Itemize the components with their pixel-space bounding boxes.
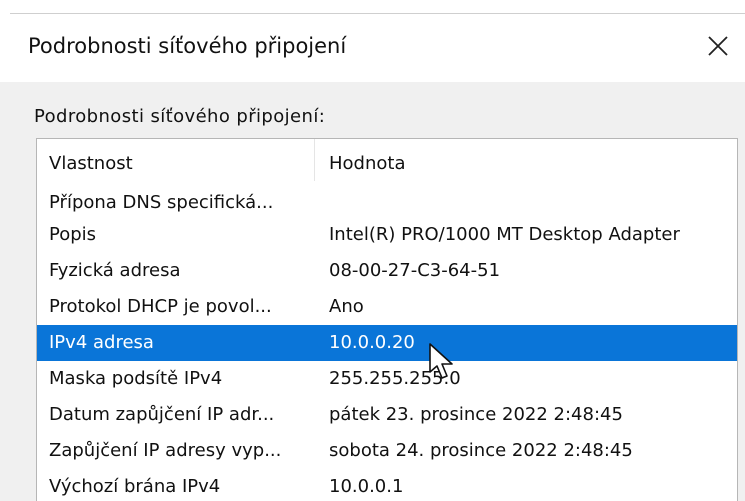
property-cell: Přípona DNS specifická... [49,192,274,213]
column-header-value[interactable]: Hodnota [329,153,405,174]
dialog-title: Podrobnosti síťového připojení [28,34,347,58]
value-cell: 10.0.0.20 [329,332,415,353]
dialog-body: Podrobnosti síťového připojení: Vlastnos… [0,82,745,501]
details-group-label: Podrobnosti síťového připojení: [34,106,326,127]
property-cell: Popis [49,224,97,245]
value-cell: Intel(R) PRO/1000 MT Desktop Adapter [329,224,680,245]
value-cell: 10.0.0.1 [329,476,404,497]
property-cell: Datum zapůjčení IP adr... [49,404,275,425]
property-cell: Fyzická adresa [49,260,181,281]
selected-table-row[interactable]: IPv4 adresa 10.0.0.20 [37,325,737,361]
table-row[interactable]: Datum zapůjčení IP adr... pátek 23. pros… [37,397,737,433]
value-cell: 08-00-27-C3-64-51 [329,260,501,281]
table-row[interactable]: Protokol DHCP je povol... Ano [37,289,737,325]
column-header-property[interactable]: Vlastnost [49,153,133,174]
table-row[interactable]: Fyzická adresa 08-00-27-C3-64-51 [37,253,737,289]
list-header: Vlastnost Hodnota [37,139,737,185]
network-connection-details-dialog: Podrobnosti síťového připojení Podrobnos… [0,0,745,501]
title-bar: Podrobnosti síťového připojení [0,14,745,82]
close-icon [708,36,728,56]
property-cell: Výchozí brána IPv4 [49,476,221,497]
details-list-view[interactable]: Vlastnost Hodnota Přípona DNS specifická… [36,138,738,501]
table-row[interactable]: Výchozí brána IPv4 10.0.0.1 [37,469,737,501]
value-cell: sobota 24. prosince 2022 2:48:45 [329,440,633,461]
list-rows: Přípona DNS specifická... Popis Intel(R)… [37,185,737,501]
property-cell: Protokol DHCP je povol... [49,296,272,317]
value-cell: 255.255.255.0 [329,368,461,389]
value-cell: pátek 23. prosince 2022 2:48:45 [329,404,623,425]
table-row[interactable]: Popis Intel(R) PRO/1000 MT Desktop Adapt… [37,217,737,253]
table-row[interactable]: Zapůjčení IP adresy vyp... sobota 24. pr… [37,433,737,469]
property-cell: IPv4 adresa [49,332,154,353]
column-separator[interactable] [314,139,315,181]
property-cell: Zapůjčení IP adresy vyp... [49,440,282,461]
close-button[interactable] [700,28,736,64]
value-cell: Ano [329,296,364,317]
property-cell: Maska podsítě IPv4 [49,368,223,389]
table-row[interactable]: Přípona DNS specifická... [37,185,737,221]
table-row[interactable]: Maska podsítě IPv4 255.255.255.0 [37,361,737,397]
